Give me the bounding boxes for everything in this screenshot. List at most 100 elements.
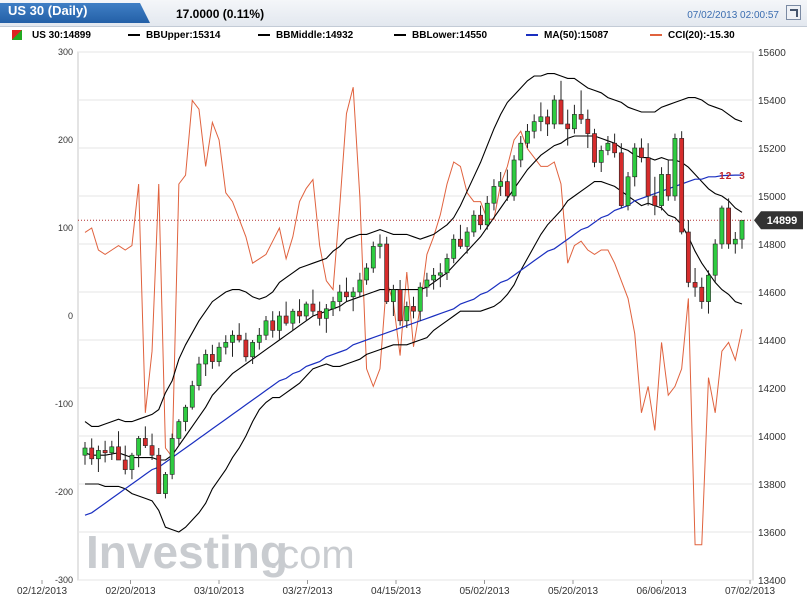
candle-up [169,438,175,475]
candle-up [712,243,718,276]
candle-up [290,310,296,324]
candle-up [364,267,369,281]
cci-tick-label: 0 [68,311,73,321]
candle-up [337,291,343,302]
price-tick-label: 15600 [758,48,786,59]
cci-tick-label: -200 [55,487,73,497]
candle-down [122,459,128,470]
candle-up [431,274,436,281]
date-tick-label: 07/02/2013 [725,586,775,597]
candle-down [565,123,571,130]
wave-marker-label: 3 [739,171,745,182]
watermark-brand: Investing [86,526,288,578]
candle-up [572,114,577,130]
candle-up [491,186,497,204]
candle-down [652,195,658,206]
price-tick-label: 15200 [758,144,786,155]
candle-up [216,346,222,362]
candle-down [679,138,685,233]
candle-up [518,142,524,161]
candle-up [370,246,376,269]
candle-up [350,291,356,298]
price-tick-label: 15400 [758,96,786,107]
candle-up [391,289,396,302]
candle-up [464,231,470,247]
cci-tick-label: -300 [55,575,73,585]
candle-up [377,243,383,247]
last-price-tag: 14899 [754,211,803,230]
candle-up [417,286,423,312]
candle-down [585,118,591,134]
candle-down [458,238,463,247]
candle-up [605,142,611,151]
candle-down [612,142,618,154]
price-tick-label: 14800 [758,240,786,251]
candle-down [665,174,671,197]
candle-up [672,138,678,197]
candle-down [270,320,276,331]
date-tick-label: 03/10/2013 [194,586,244,597]
candle-up [136,438,142,456]
candle-up [531,121,537,132]
candle-up [256,334,262,343]
candle-up [196,363,202,386]
candle-up [444,258,450,274]
candle-down [142,438,148,446]
price-chart[interactable]: Investing .com 1340013600138001400014200… [0,0,807,605]
candle-down [578,114,584,120]
candle-down [639,147,644,158]
price-tick-label: 14600 [758,288,786,299]
candle-down [397,289,403,322]
candle-up [357,279,363,293]
watermark-suffix: .com [268,533,355,577]
candle-down [209,354,215,362]
candle-up [719,207,725,245]
candle-up [203,354,209,365]
price-tick-label: 14000 [758,432,786,443]
candle-up [176,421,182,439]
candle-up [424,279,430,288]
candle-up [82,447,88,456]
cci-tick-label: 100 [58,223,73,233]
plot-area [77,51,754,581]
date-tick-label: 05/02/2013 [459,586,509,597]
candle-down [411,306,416,312]
candle-up [230,334,235,343]
price-tick-label: 13800 [758,480,786,491]
candle-up [498,181,504,187]
candle-up [303,303,309,317]
investing-watermark: Investing .com [86,526,355,578]
candle-up [739,219,745,240]
cci-tick-label: 300 [58,47,73,57]
candle-down [592,133,597,163]
date-tick-label: 04/15/2013 [371,586,421,597]
candle-up [511,159,517,197]
candle-up [625,176,631,206]
candle-down [156,454,162,494]
candle-up [263,320,269,336]
cci-tick-label: -100 [55,399,73,409]
candle-down [243,339,249,358]
candle-up [109,446,115,454]
candle-up [330,301,336,310]
candle-up [404,306,410,322]
price-tick-label: 13600 [758,528,786,539]
cci-tick-label: 200 [58,135,73,145]
candle-down [236,334,242,341]
candle-down [297,310,302,317]
candle-down [283,315,289,324]
candle-down [384,243,390,302]
candle-up [598,150,604,163]
candle-up [323,308,329,319]
date-tick-label: 02/20/2013 [105,586,155,597]
last-price-label: 14899 [767,215,798,227]
candle-up [732,238,738,245]
candle-down [89,447,95,460]
candle-up [277,315,282,331]
candle-up [437,272,443,276]
candle-up [538,116,544,122]
candle-down [618,152,624,206]
candle-up [250,342,255,358]
price-tick-label: 15000 [758,192,786,203]
candle-down [317,310,323,319]
